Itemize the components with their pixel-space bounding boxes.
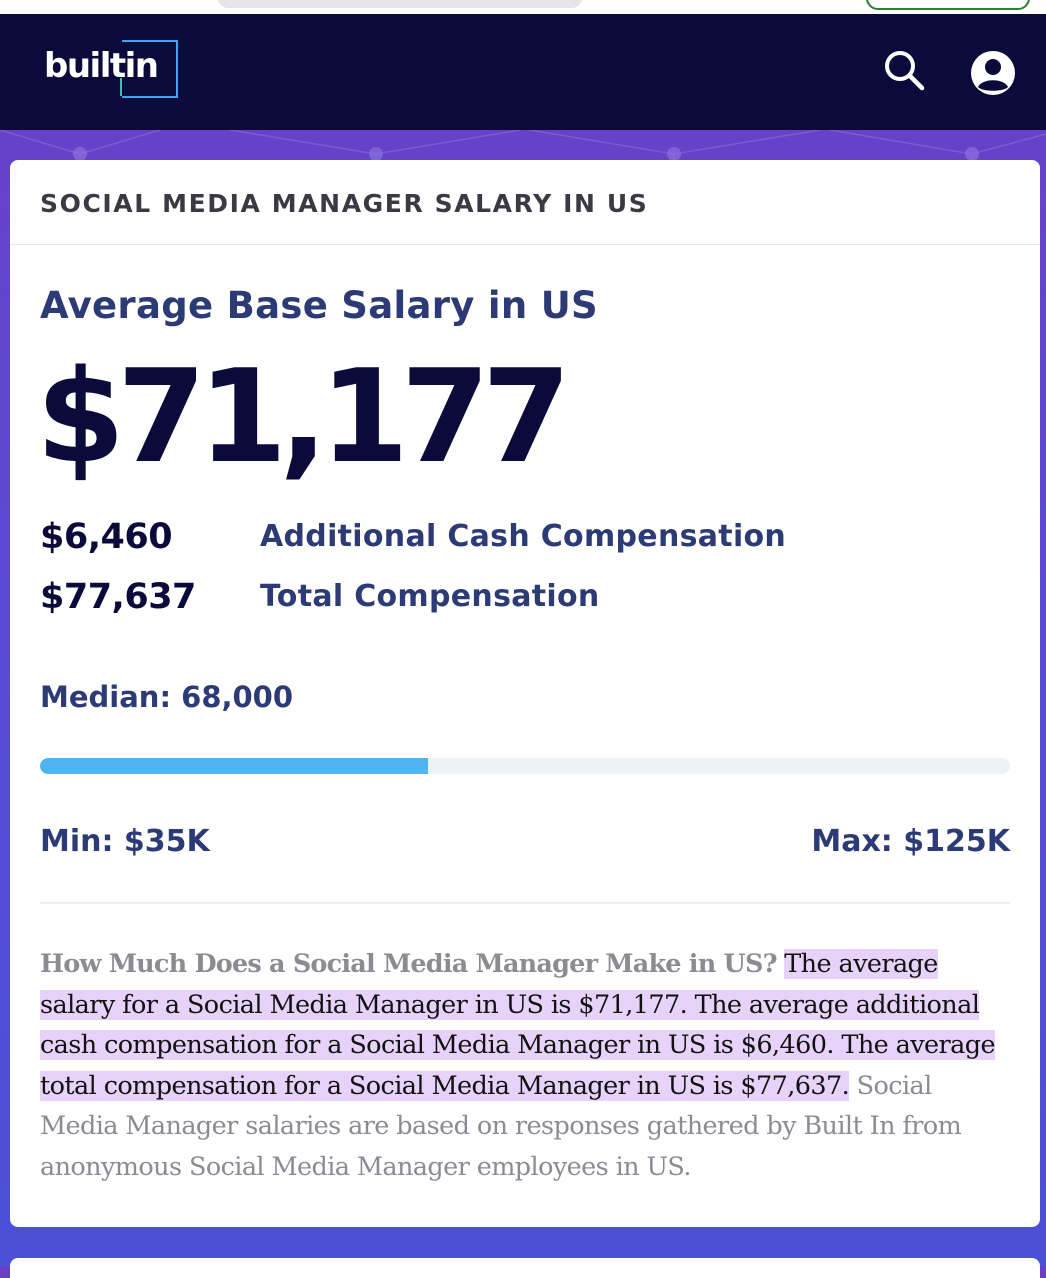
browser-action-button[interactable] (866, 0, 1030, 10)
salary-range-fill (40, 758, 428, 774)
average-base-salary-label: Average Base Salary in US (40, 284, 598, 327)
builtin-logo[interactable]: builtin (44, 38, 180, 100)
salary-min: Min: $35K (40, 824, 210, 859)
additional-cash-label: Additional Cash Compensation (260, 519, 787, 554)
median-salary: Median: 68,000 (40, 680, 294, 714)
browser-address-bar[interactable] (218, 0, 582, 8)
next-card-edge (10, 1258, 1040, 1278)
top-navbar: builtin (0, 14, 1046, 130)
browser-chrome (0, 0, 1046, 14)
salary-range-bar (40, 758, 1010, 774)
card-header: SOCIAL MEDIA MANAGER SALARY IN US (10, 160, 1040, 245)
salary-description: How Much Does a Social Media Manager Mak… (40, 944, 1015, 1187)
logo-frame-accent (120, 78, 122, 96)
search-icon[interactable] (882, 48, 926, 92)
total-compensation-label: Total Compensation (260, 579, 600, 614)
card-title: SOCIAL MEDIA MANAGER SALARY IN US (40, 189, 649, 218)
user-account-icon[interactable] (970, 50, 1016, 96)
salary-card: SOCIAL MEDIA MANAGER SALARY IN US Averag… (10, 160, 1040, 1227)
average-base-salary-value: $71,177 (36, 343, 571, 492)
salary-max: Max: $125K (811, 824, 1010, 859)
description-question: How Much Does a Social Media Manager Mak… (40, 949, 778, 979)
section-divider (40, 902, 1010, 904)
logo-frame (122, 40, 178, 98)
additional-cash-amount: $6,460 (40, 517, 173, 557)
total-compensation-amount: $77,637 (40, 577, 196, 617)
